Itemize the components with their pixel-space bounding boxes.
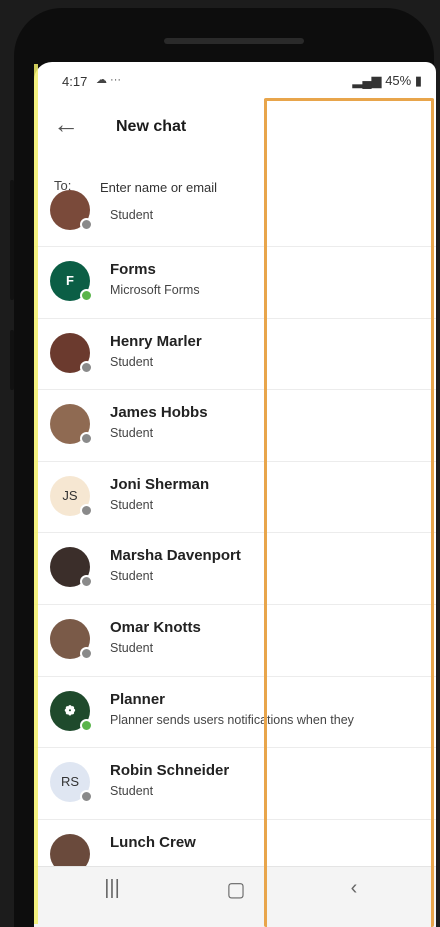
contact-name: Planner bbox=[110, 690, 166, 708]
contact-avatar bbox=[50, 547, 93, 589]
contact-avatar bbox=[50, 190, 93, 231]
contact-subtitle: Student bbox=[110, 354, 154, 369]
contact-subtitle: Student bbox=[110, 784, 154, 799]
contact-avatar: JS bbox=[50, 475, 93, 517]
contact-avatar: RS bbox=[50, 762, 93, 804]
signal-icon: ▂▄▆ bbox=[352, 73, 382, 88]
highlight-rectangle bbox=[264, 98, 434, 927]
presence-status-icon bbox=[80, 575, 93, 589]
contact-name: Joni Sherman bbox=[110, 475, 210, 493]
presence-status-icon bbox=[80, 790, 93, 804]
contact-avatar bbox=[50, 332, 93, 374]
contact-subtitle: Student bbox=[110, 497, 154, 512]
contact-subtitle: Student bbox=[110, 426, 154, 441]
presence-status-icon bbox=[80, 360, 93, 374]
presence-status-icon bbox=[80, 718, 93, 732]
presence-status-icon bbox=[80, 432, 93, 446]
home-button[interactable]: ▢ bbox=[216, 877, 256, 902]
battery-level: 45% bbox=[385, 73, 412, 88]
volume-button bbox=[10, 180, 14, 300]
battery-icon: ▮ bbox=[414, 73, 422, 88]
contact-subtitle: Microsoft Forms bbox=[110, 283, 200, 297]
contact-name: James Hobbs bbox=[110, 404, 208, 422]
recents-button[interactable]: ||| bbox=[92, 877, 132, 900]
left-yellow-marker bbox=[34, 64, 38, 924]
contact-avatar bbox=[50, 404, 93, 446]
notification-icons: ☁ ··· bbox=[96, 74, 122, 86]
contact-name: Marsha Davenport bbox=[110, 547, 241, 565]
presence-status-icon bbox=[80, 218, 93, 231]
status-time: 4:17 bbox=[62, 74, 88, 89]
contact-subtitle: Student bbox=[110, 208, 154, 222]
contact-avatar: F bbox=[50, 261, 93, 302]
back-arrow-icon[interactable]: ← bbox=[52, 110, 80, 138]
contact-avatar: ❁ bbox=[50, 690, 93, 732]
presence-status-icon bbox=[80, 646, 93, 660]
bixby-button bbox=[10, 330, 14, 390]
contact-avatar bbox=[50, 618, 93, 660]
presence-status-icon bbox=[80, 289, 93, 302]
contact-name: Omar Knotts bbox=[110, 618, 201, 636]
contact-name: Lunch Crew bbox=[110, 833, 196, 851]
status-right-area: ▂▄▆ 45% ▮ bbox=[352, 73, 422, 89]
contact-name: Forms bbox=[110, 261, 156, 278]
page-title: New chat bbox=[116, 118, 187, 135]
contact-subtitle: Student bbox=[110, 569, 154, 584]
earpiece-speaker bbox=[164, 38, 304, 44]
contact-name: Henry Marler bbox=[110, 332, 202, 350]
status-bar: 4:17 ☁ ··· ▂▄▆ 45% ▮ bbox=[34, 62, 436, 94]
contact-name: Robin Schneider bbox=[110, 762, 230, 780]
presence-status-icon bbox=[80, 503, 93, 517]
contact-subtitle: Student bbox=[110, 640, 154, 655]
